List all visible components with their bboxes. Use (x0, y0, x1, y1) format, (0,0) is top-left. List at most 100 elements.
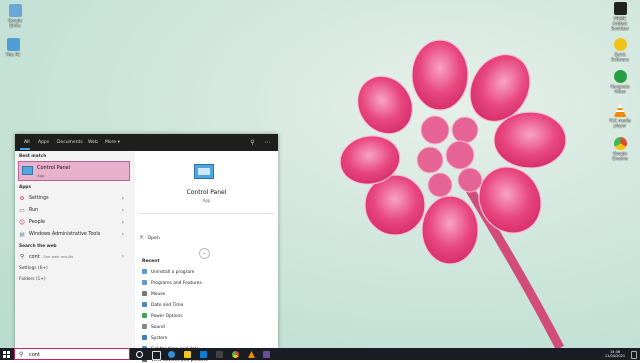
start-button[interactable] (3, 351, 10, 358)
open-label: Open (147, 236, 160, 241)
vlc-icon (613, 104, 627, 117)
app-result-label: Settings (29, 196, 49, 201)
chrome-icon (613, 137, 627, 150)
tab-apps[interactable]: Apps (38, 140, 49, 145)
more-options-icon[interactable]: ⋯ (264, 139, 271, 146)
clock[interactable]: 15:36 11/04/2021 (602, 350, 628, 358)
recent-item[interactable]: Uninstall a program (142, 269, 194, 275)
start-search-panel: All Apps Documents Web More ▾ ⚲ ⋯ Best m… (15, 134, 278, 363)
expand-chevron-icon[interactable]: ⌄ (199, 248, 210, 259)
web-suggestion-query: cont (29, 255, 40, 260)
app-result-label: Windows Administrative Tools (29, 232, 101, 237)
app-result-run[interactable]: ▭ Run › (18, 206, 130, 216)
chevron-right-icon[interactable]: › (122, 195, 124, 202)
search-icon: ⚲ (19, 254, 25, 260)
tab-web[interactable]: Web (88, 140, 98, 145)
recent-item-label: Programs and Features (151, 281, 202, 286)
windows-logo-tile (3, 355, 6, 358)
recent-item[interactable]: Programs and Features (142, 280, 202, 286)
file-explorer-icon[interactable] (184, 351, 191, 358)
recent-item[interactable]: Sound (142, 324, 165, 330)
best-match-header: Best match (19, 154, 47, 159)
open-action[interactable]: ⇱ Open (140, 236, 160, 241)
software-icon (613, 38, 627, 51)
recent-item-label: System (151, 336, 168, 341)
clock-date: 11/04/2021 (604, 354, 626, 358)
power-icon (142, 313, 147, 318)
recent-item[interactable]: Power Options (142, 313, 183, 319)
web-suggestion-sub: - See web results (39, 254, 74, 259)
recent-item-label: Date and Time (151, 303, 184, 308)
control-panel-icon (22, 166, 33, 175)
recent-item[interactable]: System (142, 335, 167, 341)
best-match-title: Control Panel (37, 165, 71, 171)
folders-count[interactable]: Folders (1+) (19, 277, 46, 282)
edge-icon[interactable] (168, 351, 175, 358)
mail-icon[interactable] (216, 351, 223, 358)
desktop-icon-label: This PC (5, 52, 21, 57)
desktop-icon-this-pc[interactable]: This PC (0, 38, 26, 57)
desktop-icon-label: Google Drive (7, 18, 23, 28)
prime-icon (613, 2, 627, 15)
recent-item-label: Mouse (151, 292, 166, 297)
task-view-icon[interactable] (152, 351, 161, 360)
cortana-icon[interactable] (136, 351, 143, 358)
chevron-down-icon: ▾ (117, 140, 120, 145)
feedback-icon[interactable]: ⚲ (249, 139, 256, 146)
uninstall-icon (142, 269, 147, 274)
desktop-icon-google-drive[interactable]: Google Drive (2, 4, 28, 28)
tab-all[interactable]: All (24, 140, 30, 145)
web-suggestion[interactable]: ⚲ cont - See web results › (18, 252, 130, 262)
windows-logo-tile (7, 355, 10, 358)
detail-divider (139, 213, 274, 214)
detail-title: Control Panel (186, 189, 227, 196)
app-result-people[interactable]: ☺ People › (18, 218, 130, 228)
admin-tools-icon: ▤ (19, 232, 25, 238)
chevron-right-icon[interactable]: › (122, 231, 124, 238)
store-icon[interactable] (200, 351, 207, 358)
desktop-icon-prime[interactable]: PRIME Artifact Sanitizer (607, 2, 633, 31)
desktop-icon-label: Quick Software (611, 52, 629, 62)
app-result-label: Run (29, 208, 39, 213)
search-input[interactable]: cont (29, 352, 40, 358)
desktop-icon-label: Hangouts Video (610, 84, 630, 94)
taskbar-search-box[interactable]: ⚲ cont (14, 348, 130, 360)
recent-item-label: Power Options (151, 314, 183, 319)
system-icon (142, 335, 147, 340)
chrome-taskbar-icon[interactable] (232, 351, 239, 358)
desktop-icon-label: Google Chrome (612, 151, 628, 161)
recent-header: Recent (142, 259, 160, 264)
desktop-icon-vlc[interactable]: VLC media player (607, 104, 633, 128)
best-match-control-panel[interactable]: Control Panel App (18, 161, 130, 181)
desktop-icon-quick-software[interactable]: Quick Software (607, 38, 633, 62)
web-suggestion-text: cont - See web results (29, 254, 73, 260)
app-result-settings[interactable]: ⚙ Settings › (18, 194, 130, 204)
chevron-right-icon[interactable]: › (122, 219, 124, 226)
notification-icon[interactable] (631, 351, 637, 359)
people-icon: ☺ (19, 220, 25, 226)
app-taskbar-icon[interactable] (263, 351, 270, 358)
search-icon: ⚲ (19, 351, 24, 358)
app-result-admin-tools[interactable]: ▤ Windows Administrative Tools › (18, 230, 130, 240)
windows-logo-tile (7, 351, 10, 354)
open-icon: ⇱ (140, 236, 144, 241)
tab-more[interactable]: More ▾ (105, 140, 120, 145)
chevron-right-icon[interactable]: › (122, 253, 124, 260)
result-detail-pane: Control Panel App ⇱ Open ⌄ Recent Uninst… (135, 151, 278, 363)
recent-item[interactable]: Date and Time (142, 302, 183, 308)
desktop-icon-chrome[interactable]: Google Chrome (607, 137, 633, 161)
search-scope-bar: All Apps Documents Web More ▾ ⚲ ⋯ (15, 134, 278, 151)
chevron-right-icon[interactable]: › (122, 207, 124, 214)
settings-count[interactable]: Settings (6+) (19, 266, 48, 271)
active-tab-indicator (20, 148, 30, 150)
search-web-header: Search the web (19, 244, 57, 249)
recent-item[interactable]: Mouse (142, 291, 165, 297)
tab-documents[interactable]: Documents (57, 140, 83, 145)
programs-icon (142, 280, 147, 285)
desktop-icon-hangouts[interactable]: Hangouts Video (607, 70, 633, 94)
apps-header: Apps (19, 185, 32, 190)
vlc-taskbar-icon[interactable] (248, 351, 255, 358)
detail-subtitle: App (202, 198, 211, 203)
taskbar: ⚲ cont 15:36 11/04/2021 (0, 348, 640, 360)
settings-icon: ⚙ (19, 196, 25, 202)
